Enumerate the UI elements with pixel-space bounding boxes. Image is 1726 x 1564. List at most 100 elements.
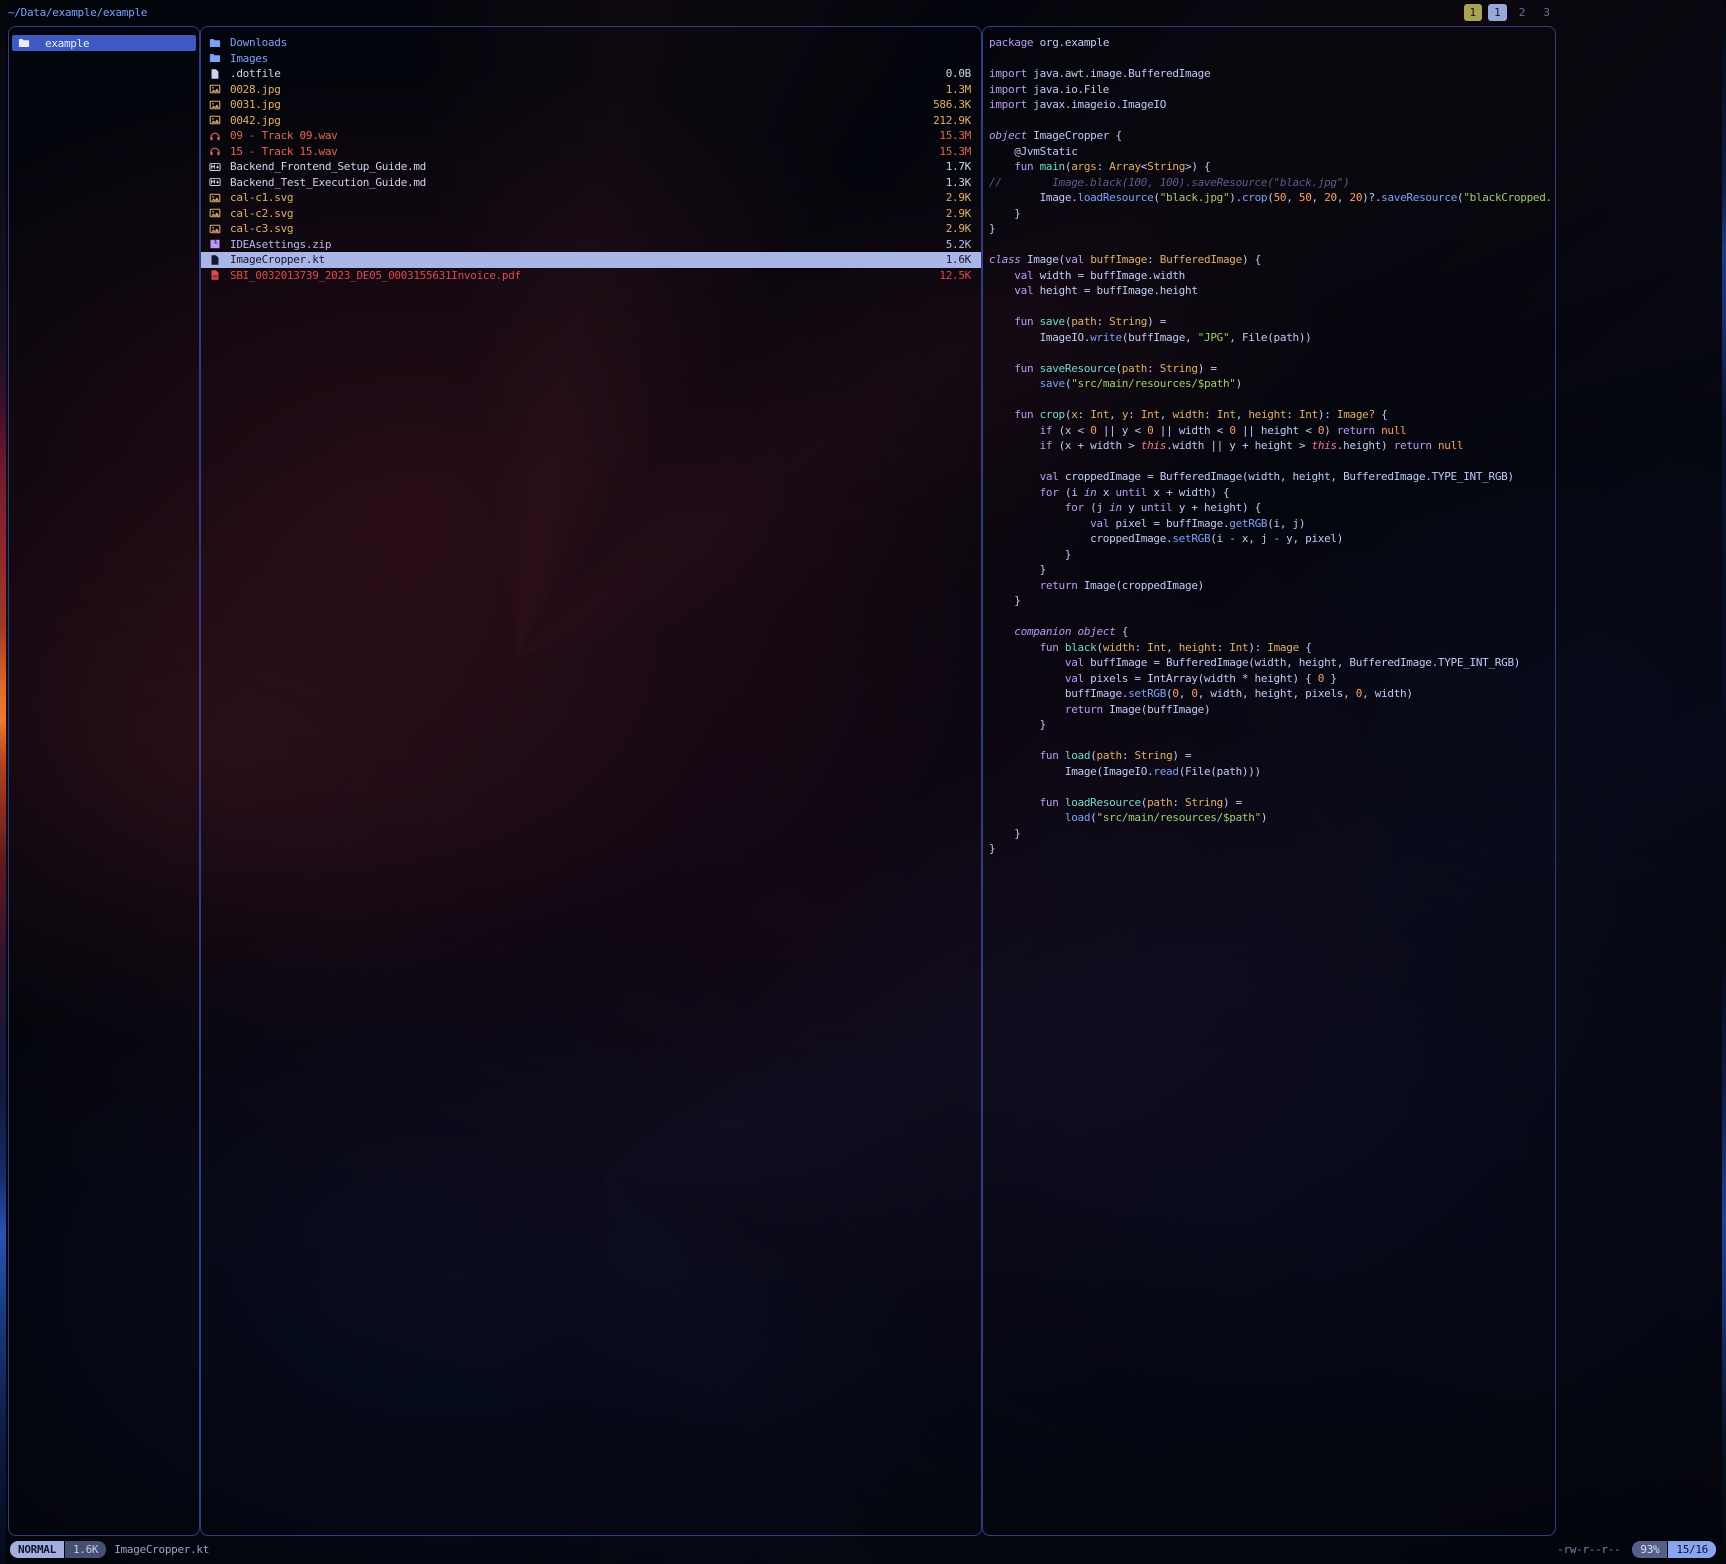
code-line: import javax.imageio.ImageIO	[989, 97, 1549, 113]
image-icon	[209, 83, 223, 95]
code-line: }	[989, 547, 1549, 563]
code-line: import java.awt.image.BufferedImage	[989, 66, 1549, 82]
code-line: val pixel = buffImage.getRGB(i, j)	[989, 516, 1549, 532]
header-bar: ~/Data/example/example 1123	[0, 0, 1726, 26]
code-line: Image(ImageIO.read(File(path)))	[989, 764, 1549, 780]
code-line: }	[989, 206, 1549, 222]
pdf-icon	[209, 269, 223, 281]
audio-icon	[209, 145, 223, 157]
file-row[interactable]: Downloads	[201, 35, 981, 51]
tab-1[interactable]: 1	[1464, 4, 1483, 21]
file-name: cal-c3.svg	[230, 222, 293, 235]
code-line	[989, 113, 1549, 129]
parent-dir-name: example	[45, 37, 89, 50]
file-name: SBI_0032013739_2023_DE05_0003155631Invoi…	[230, 269, 521, 282]
file-name: Backend_Test_Execution_Guide.md	[230, 176, 426, 189]
position-chip-group: 93% 15/16	[1632, 1541, 1716, 1558]
code-line	[989, 779, 1549, 795]
file-row[interactable]: 0042.jpg212.9K	[201, 113, 981, 129]
file-row[interactable]: IDEAsettings.zip5.2K	[201, 237, 981, 253]
file-size: 15.3M	[927, 145, 971, 158]
code-line: croppedImage.setRGB(i - x, j - y, pixel)	[989, 531, 1549, 547]
code-line: fun crop(x: Int, y: Int, width: Int, hei…	[989, 407, 1549, 423]
archive-icon	[209, 238, 223, 250]
code-line: @JvmStatic	[989, 144, 1549, 160]
file-row[interactable]: 0028.jpg1.3M	[201, 82, 981, 98]
code-line: ImageIO.write(buffImage, "JPG", File(pat…	[989, 330, 1549, 346]
mode-badge: NORMAL	[10, 1541, 64, 1558]
file-size: 0.0B	[934, 67, 971, 80]
tab-3[interactable]: 2	[1513, 4, 1532, 21]
wallpaper-edge-left	[0, 0, 6, 1564]
file-row[interactable]: Backend_Frontend_Setup_Guide.md1.7K	[201, 159, 981, 175]
file-row[interactable]: 0031.jpg 586.3K	[201, 97, 981, 113]
code-line: }	[989, 826, 1549, 842]
file-position-badge: 15/16	[1668, 1541, 1716, 1558]
code-line: companion object {	[989, 624, 1549, 640]
file-row[interactable]: 15 - Track 15.wav15.3M	[201, 144, 981, 160]
parent-dir-item[interactable]: example	[12, 35, 196, 51]
kotlin-file-icon	[209, 254, 223, 266]
code-line: fun saveResource(path: String) =	[989, 361, 1549, 377]
code-line	[989, 237, 1549, 253]
file-size: 2.9K	[934, 191, 971, 204]
scroll-percent-badge: 93%	[1632, 1541, 1667, 1558]
code-line	[989, 51, 1549, 67]
file-row[interactable]: 09 - Track 09.wav15.3M	[201, 128, 981, 144]
image-icon	[209, 114, 223, 126]
status-bar: NORMAL 1.6K ImageCropper.kt -rw-r--r-- 9…	[0, 1540, 1726, 1558]
file-size: 1.6K	[934, 253, 971, 266]
file-pane: DownloadsImages.dotfile0.0B0028.jpg1.3M0…	[200, 26, 982, 1536]
file-row[interactable]: ImageCropper.kt1.6K	[201, 252, 981, 268]
code-line: // Image.black(100, 100).saveResource("b…	[989, 175, 1549, 191]
code-line: val height = buffImage.height	[989, 283, 1549, 299]
folder-icon	[18, 37, 32, 49]
file-size: 586.3K	[921, 98, 971, 111]
parent-list: example	[11, 35, 197, 51]
file-size: 5.2K	[934, 238, 971, 251]
image-icon	[209, 223, 223, 235]
file-name: 0031.jpg	[230, 98, 281, 111]
file-size: 2.9K	[934, 222, 971, 235]
code-line: import java.io.File	[989, 82, 1549, 98]
code-line: fun loadResource(path: String) =	[989, 795, 1549, 811]
markdown-icon	[209, 161, 223, 173]
file-row[interactable]: .dotfile0.0B	[201, 66, 981, 82]
file-icon	[209, 68, 223, 80]
tab-4[interactable]: 3	[1537, 4, 1556, 21]
code-line	[989, 345, 1549, 361]
code-line: if (x < 0 || y < 0 || width < 0 || heigh…	[989, 423, 1549, 439]
current-path: ~/Data/example/example	[8, 6, 147, 19]
file-row[interactable]: SBI_0032013739_2023_DE05_0003155631Invoi…	[201, 268, 981, 284]
file-row[interactable]: Backend_Test_Execution_Guide.md1.3K	[201, 175, 981, 191]
file-size-badge: 1.6K	[65, 1541, 106, 1558]
code-line: fun main(args: Array<String>) {	[989, 159, 1549, 175]
mode-chip-group: NORMAL 1.6K	[10, 1541, 106, 1558]
code-line	[989, 733, 1549, 749]
tab-bar: 1123	[1464, 4, 1557, 21]
code-line: return Image(croppedImage)	[989, 578, 1549, 594]
tab-2[interactable]: 1	[1488, 4, 1507, 21]
file-row[interactable]: Images	[201, 51, 981, 67]
code-line: for (j in y until y + height) {	[989, 500, 1549, 516]
file-size: 1.3M	[934, 83, 971, 96]
file-row[interactable]: cal-c2.svg2.9K	[201, 206, 981, 222]
code-content: package org.example import java.awt.imag…	[983, 27, 1555, 865]
code-line: val pixels = IntArray(width * height) { …	[989, 671, 1549, 687]
file-size: 212.9K	[921, 114, 971, 127]
code-line: buffImage.setRGB(0, 0, width, height, pi…	[989, 686, 1549, 702]
markdown-icon	[209, 176, 223, 188]
code-line: load("src/main/resources/$path")	[989, 810, 1549, 826]
code-line: val croppedImage = BufferedImage(width, …	[989, 469, 1549, 485]
code-line: }	[989, 562, 1549, 578]
file-row[interactable]: cal-c1.svg2.9K	[201, 190, 981, 206]
file-size: 15.3M	[927, 129, 971, 142]
wallpaper-edge-right	[1722, 0, 1726, 1564]
code-line	[989, 454, 1549, 470]
code-line: }	[989, 841, 1549, 857]
parent-pane: example	[8, 26, 200, 1536]
code-line: if (x + width > this.width || y + height…	[989, 438, 1549, 454]
image-icon	[209, 207, 223, 219]
file-row[interactable]: cal-c3.svg 2.9K	[201, 221, 981, 237]
file-name: Downloads	[230, 36, 287, 49]
